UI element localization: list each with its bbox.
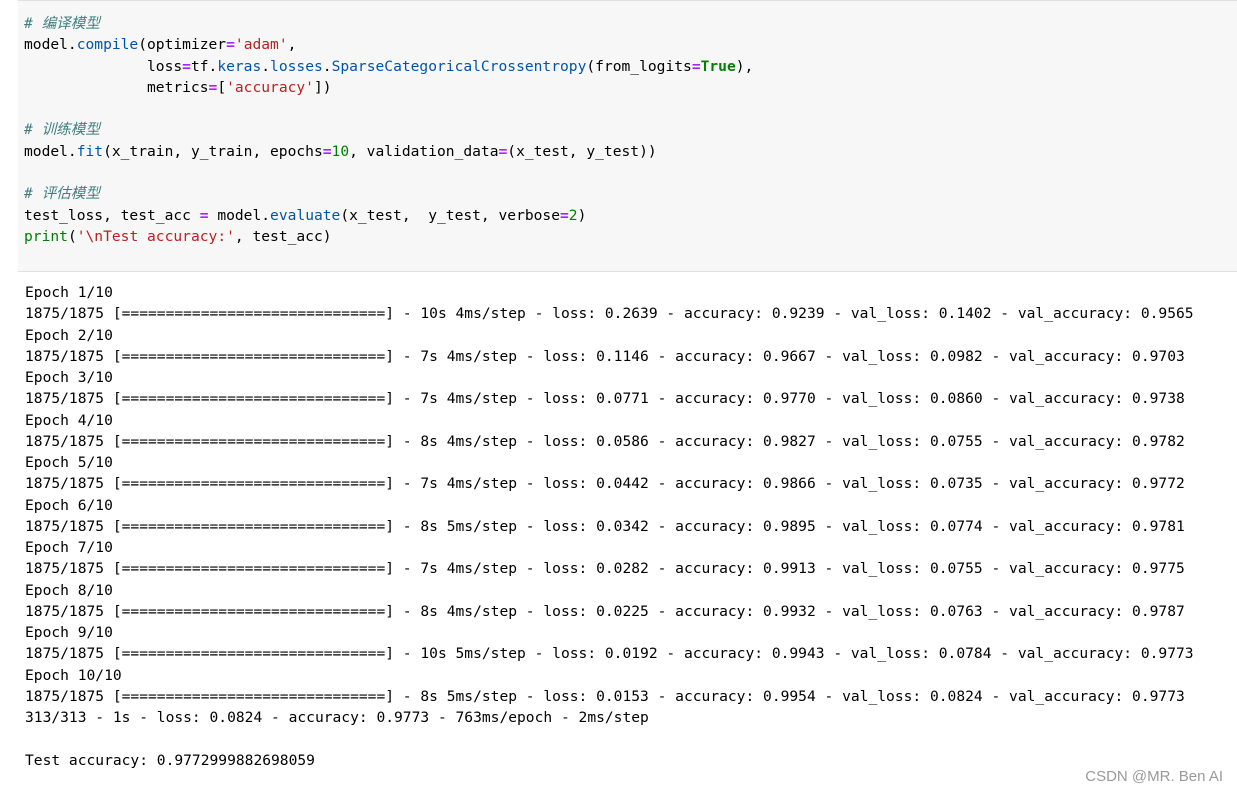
output-line: 1875/1875 [=============================… (25, 602, 1185, 620)
code-token: metrics (24, 78, 209, 96)
code-line: test_loss, test_acc = model.evaluate(x_t… (24, 205, 753, 226)
code-token: SparseCategoricalCrossentropy (331, 57, 587, 75)
output-line: Epoch 6/10 (25, 496, 113, 514)
code-token: (optimizer (138, 36, 227, 54)
output-line: 1875/1875 [=============================… (25, 432, 1185, 450)
code-token: (x_test, y_test)) (507, 142, 657, 160)
code-token: model. (24, 142, 77, 160)
output-line: Epoch 4/10 (25, 411, 113, 429)
output-line: Test accuracy: 0.9772999882698059 (25, 751, 315, 769)
output-line: 1875/1875 [=============================… (25, 645, 1194, 663)
output-line: Epoch 5/10 (25, 454, 113, 471)
output-line: Epoch 2/10 (25, 326, 113, 344)
cell-output: Epoch 1/10 1875/1875 [===================… (25, 282, 1235, 771)
code-token: = (226, 36, 235, 54)
output-line: 1875/1875 [=============================… (25, 390, 1185, 408)
output-line: 1875/1875 [=============================… (25, 687, 1185, 705)
code-token: tf. (190, 57, 218, 75)
code-token: = (560, 206, 569, 224)
code-token: losses (270, 57, 323, 75)
code-token: fit (76, 142, 104, 160)
code-line: print('\nTest accuracy:', test_acc) (24, 226, 753, 247)
output-line: Epoch 1/10 (25, 284, 113, 301)
code-comment-line: # 编译模型 (24, 13, 753, 34)
code-token: ), (735, 57, 754, 75)
code-token: = (182, 57, 191, 75)
code-token: (x_train, y_train, epochs (103, 142, 323, 160)
output-line: 1875/1875 [=============================… (25, 347, 1185, 365)
code-token: (x_test, y_test, verbose (340, 206, 560, 224)
code-token: 2 (568, 206, 578, 224)
output-line: 1875/1875 [=============================… (25, 305, 1194, 323)
code-comment: # 评估模型 (24, 185, 100, 203)
code-token: 10 (331, 142, 350, 160)
code-comment: # 编译模型 (24, 15, 100, 32)
code-token: model. (24, 36, 77, 54)
output-line: 313/313 - 1s - loss: 0.0824 - accuracy: … (25, 709, 649, 726)
code-token: (from_logits (586, 57, 692, 75)
code-token: True (700, 57, 736, 75)
code-token: [ (217, 78, 227, 96)
output-line: Epoch 10/10 (25, 666, 122, 684)
code-token: , (287, 36, 297, 54)
code-token: = (691, 57, 701, 75)
output-line: Epoch 3/10 (25, 369, 113, 386)
output-line: 1875/1875 [=============================… (25, 560, 1185, 578)
code-token: = (322, 142, 332, 160)
code-cell-input[interactable]: # 编译模型 model.compile(optimizer='adam', lo… (18, 0, 1237, 272)
output-line: 1875/1875 [=============================… (25, 475, 1185, 493)
code-editor[interactable]: # 编译模型 model.compile(optimizer='adam', lo… (24, 13, 753, 247)
code-token: , validation_data (349, 142, 499, 160)
code-token: ]) (313, 78, 332, 96)
code-comment-line: # 评估模型 (24, 183, 753, 204)
code-token: ) (577, 206, 587, 224)
code-token: . (322, 57, 332, 75)
code-token: . (261, 57, 271, 75)
code-token: , test_acc) (234, 227, 332, 245)
code-token: ( (67, 227, 77, 245)
code-token: = (498, 142, 508, 160)
code-line: loss=tf.keras.losses.SparseCategoricalCr… (24, 56, 753, 77)
code-token: 'accuracy' (226, 78, 314, 96)
code-line: metrics=['accuracy']) (24, 77, 753, 98)
code-comment: # 训练模型 (24, 121, 100, 139)
code-comment-line: # 训练模型 (24, 119, 753, 140)
code-token: '\nTest accuracy:' (76, 227, 235, 245)
output-line: 1875/1875 [=============================… (25, 517, 1185, 535)
code-token: = (199, 206, 209, 224)
code-token: print (24, 227, 68, 245)
code-token: keras (217, 57, 262, 75)
watermark: CSDN @MR. Ben AI (1085, 768, 1223, 785)
output-line: Epoch 9/10 (25, 624, 113, 641)
code-line: model.compile(optimizer='adam', (24, 34, 753, 55)
code-line: model.fit(x_train, y_train, epochs=10, v… (24, 141, 753, 162)
output-line: Epoch 7/10 (25, 539, 113, 556)
code-token: = (208, 78, 218, 96)
code-token: model. (208, 206, 271, 224)
code-token: compile (76, 36, 139, 54)
code-token: test_loss, test_acc (24, 206, 200, 224)
code-token: 'adam' (234, 36, 288, 54)
output-line: Epoch 8/10 (25, 581, 113, 599)
code-token: evaluate (270, 206, 341, 224)
code-token: loss (24, 57, 183, 75)
